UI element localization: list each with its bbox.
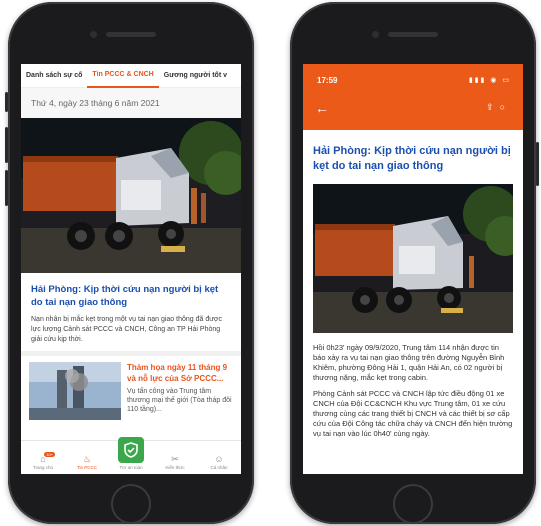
article-header: 17:59 ▮▮▮ ◉ ▭ ← ⇪○ — [303, 64, 523, 130]
news-list-item[interactable]: Thảm họa ngày 11 tháng 9 và nỗ lực của S… — [21, 356, 241, 426]
mute-switch — [5, 92, 8, 112]
power-button — [536, 142, 539, 186]
home-button[interactable] — [111, 484, 151, 524]
news-item-title: Thảm họa ngày 11 tháng 9 và nỗ lực của S… — [127, 363, 228, 383]
nav-fire-news-label: Tin PCCC — [76, 465, 98, 470]
profile-icon: ☺ — [214, 454, 224, 464]
earpiece-speaker — [388, 32, 438, 37]
status-icons: ▮▮▮ ◉ ▭ — [468, 77, 511, 84]
tab-fire-news[interactable]: Tin PCCC & CNCH — [87, 64, 159, 88]
volume-down-button — [5, 170, 8, 206]
featured-image[interactable] — [21, 118, 241, 273]
news-item-description: Vụ tấn công vào Trung tâm thương mại thế… — [127, 388, 232, 413]
right-screen: 17:59 ▮▮▮ ◉ ▭ ← ⇪○ Hải Phòng: Kịp thời c… — [303, 64, 523, 474]
shield-icon — [118, 437, 144, 463]
refresh-icon[interactable]: ○ — [500, 102, 511, 112]
nav-safety[interactable]: Trợ an toàn — [113, 437, 149, 470]
tab-incident-list[interactable]: Danh sách sự cố — [21, 64, 87, 88]
front-camera — [372, 31, 379, 38]
nav-home-label: Trang chủ — [32, 465, 54, 470]
category-tabs: Danh sách sự cố Tin PCCC & CNCH Gương ng… — [21, 64, 241, 88]
nav-profile-label: Cá nhân — [210, 465, 228, 470]
right-phone: 17:59 ▮▮▮ ◉ ▭ ← ⇪○ Hải Phòng: Kịp thời c… — [290, 2, 539, 524]
article-image[interactable] — [313, 184, 513, 333]
earpiece-speaker — [106, 32, 156, 37]
featured-description: Nạn nhân bị mắc kẹt trong một vụ tai nạn… — [31, 316, 223, 343]
article-paragraph: Phòng Cảnh sát PCCC và CNCH lập tức điều… — [313, 389, 513, 438]
back-arrow-icon[interactable]: ← — [315, 100, 329, 116]
article-title: Hải Phòng: Kịp thời cứu nạn người bị kẹt… — [313, 145, 511, 172]
featured-title[interactable]: Hải Phòng: Kịp thời cứu nạn người bị kẹt… — [21, 273, 241, 313]
news-thumbnail — [29, 362, 121, 420]
article-body: Hồi 0h23' ngày 09/9/2020, Trung tâm 114 … — [303, 333, 523, 439]
status-time: 17:59 — [317, 76, 338, 85]
bottom-navigation: 10+ ⌂ Trang chủ ♨ Tin PCCC Trợ an toàn ✂… — [21, 437, 241, 474]
tools-icon: ✂ — [171, 454, 179, 464]
tab-good-people[interactable]: Gương người tốt v — [159, 64, 232, 88]
nav-knowledge[interactable]: ✂ Kiến thức — [157, 454, 193, 470]
date-label: Thứ 4, ngày 23 tháng 6 năm 2021 — [21, 88, 241, 118]
home-button[interactable] — [393, 484, 433, 524]
header-actions: ⇪○ — [486, 102, 511, 113]
notification-badge: 10+ — [44, 452, 55, 457]
front-camera — [90, 31, 97, 38]
left-phone: Danh sách sự cố Tin PCCC & CNCH Gương ng… — [5, 2, 254, 524]
nav-knowledge-label: Kiến thức — [165, 465, 185, 470]
nav-home[interactable]: 10+ ⌂ Trang chủ — [25, 452, 61, 470]
nav-safety-label: Trợ an toàn — [119, 465, 143, 470]
volume-up-button — [5, 127, 8, 163]
nav-fire-news[interactable]: ♨ Tin PCCC — [69, 454, 105, 470]
article-paragraph: Hồi 0h23' ngày 09/9/2020, Trung tâm 114 … — [313, 343, 505, 382]
nav-profile[interactable]: ☺ Cá nhân — [201, 454, 237, 470]
flame-icon: ♨ — [82, 454, 92, 464]
left-screen: Danh sách sự cố Tin PCCC & CNCH Gương ng… — [21, 64, 241, 474]
share-icon[interactable]: ⇪ — [486, 102, 500, 112]
